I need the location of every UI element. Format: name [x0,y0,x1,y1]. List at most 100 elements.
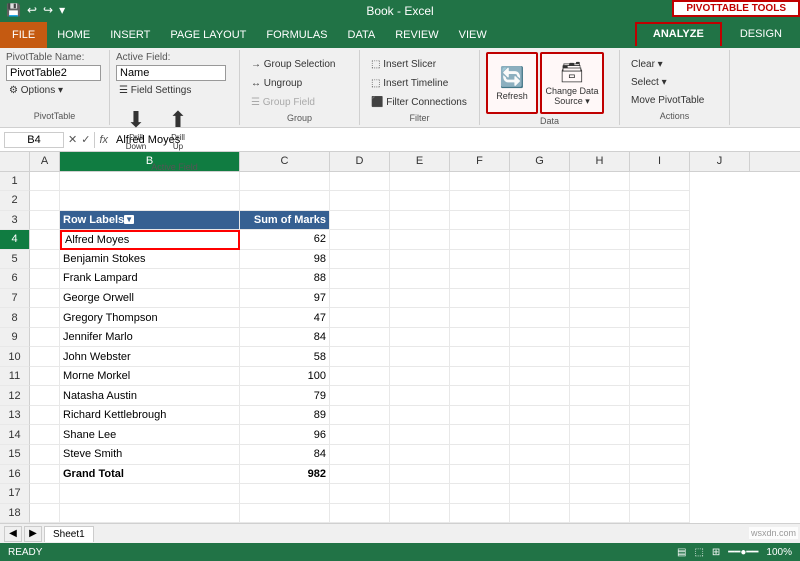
col-header-e[interactable]: E [390,152,450,171]
cell-d12[interactable] [330,386,390,406]
cell-i13[interactable] [630,406,690,426]
cell-g11[interactable] [510,367,570,387]
cell-a17[interactable] [30,484,60,504]
cell-g14[interactable] [510,425,570,445]
cell-e3[interactable] [390,211,450,231]
cell-a6[interactable] [30,269,60,289]
cancel-formula-icon[interactable]: ✕ [68,133,77,146]
cell-a18[interactable] [30,504,60,523]
cell-b10[interactable]: John Webster [60,347,240,367]
cell-i1[interactable] [630,172,690,192]
cell-b13[interactable]: Richard Kettlebrough [60,406,240,426]
cell-c16-grand-total[interactable]: 982 [240,465,330,485]
cell-h12[interactable] [570,386,630,406]
cell-i14[interactable] [630,425,690,445]
cell-i6[interactable] [630,269,690,289]
cell-f18[interactable] [450,504,510,523]
cell-h14[interactable] [570,425,630,445]
group-field-button[interactable]: ☰ Group Field [246,94,320,111]
tab-data[interactable]: DATA [338,22,386,48]
cell-d5[interactable] [330,250,390,270]
cell-f17[interactable] [450,484,510,504]
tab-analyze[interactable]: ANALYZE [635,22,722,46]
cell-d8[interactable] [330,308,390,328]
cell-b6[interactable]: Frank Lampard [60,269,240,289]
cell-d14[interactable] [330,425,390,445]
cell-e17[interactable] [390,484,450,504]
cell-c1[interactable] [240,172,330,192]
cell-a16[interactable] [30,465,60,485]
change-data-source-button[interactable]: 🗃 Change DataSource ▾ [540,52,604,114]
cell-g10[interactable] [510,347,570,367]
cell-d4[interactable] [330,230,390,250]
cell-e7[interactable] [390,289,450,309]
cell-g12[interactable] [510,386,570,406]
cell-d7[interactable] [330,289,390,309]
cell-i12[interactable] [630,386,690,406]
cell-c4[interactable]: 62 [240,230,330,250]
cell-h4[interactable] [570,230,630,250]
drill-down-button[interactable]: ⬇ DrillDown [116,100,156,160]
cell-g8[interactable] [510,308,570,328]
cell-i18[interactable] [630,504,690,523]
col-header-j[interactable]: J [690,152,750,171]
cell-i7[interactable] [630,289,690,309]
cell-e14[interactable] [390,425,450,445]
cell-i8[interactable] [630,308,690,328]
cell-d2[interactable] [330,191,390,211]
tab-pagelayout[interactable]: PAGE LAYOUT [160,22,256,48]
tab-view[interactable]: VIEW [449,22,497,48]
cell-i17[interactable] [630,484,690,504]
cell-c2[interactable] [240,191,330,211]
insert-timeline-button[interactable]: ⬚ Insert Timeline [366,75,453,92]
cell-e13[interactable] [390,406,450,426]
cell-e10[interactable] [390,347,450,367]
cell-a5[interactable] [30,250,60,270]
cell-i10[interactable] [630,347,690,367]
redo-icon[interactable]: ↪ [41,2,55,18]
view-page-break-icon[interactable]: ⊞ [712,547,720,558]
select-button[interactable]: Select ▾ [626,74,723,91]
tab-home[interactable]: HOME [47,22,100,48]
cell-i16[interactable] [630,465,690,485]
col-header-f[interactable]: F [450,152,510,171]
cell-e6[interactable] [390,269,450,289]
cell-b12[interactable]: Natasha Austin [60,386,240,406]
cell-g1[interactable] [510,172,570,192]
cell-h9[interactable] [570,328,630,348]
view-page-layout-icon[interactable]: ⬚ [694,547,703,558]
tab-review[interactable]: REVIEW [385,22,448,48]
cell-c9[interactable]: 84 [240,328,330,348]
sheet-nav-left[interactable]: ◀ [4,526,22,542]
cell-b5[interactable]: Benjamin Stokes [60,250,240,270]
cell-h16[interactable] [570,465,630,485]
cell-g4[interactable] [510,230,570,250]
cell-b7[interactable]: George Orwell [60,289,240,309]
refresh-button[interactable]: 🔄 Refresh [486,52,538,114]
tab-design[interactable]: DESIGN [722,22,800,46]
cell-b15[interactable]: Steve Smith [60,445,240,465]
cell-h1[interactable] [570,172,630,192]
cell-e18[interactable] [390,504,450,523]
cell-i11[interactable] [630,367,690,387]
cell-c18[interactable] [240,504,330,523]
cell-b2[interactable] [60,191,240,211]
col-header-i[interactable]: I [630,152,690,171]
move-pivot-table-button[interactable]: Move PivotTable [626,92,723,109]
cell-g18[interactable] [510,504,570,523]
cell-a1[interactable] [30,172,60,192]
cell-f5[interactable] [450,250,510,270]
cell-f11[interactable] [450,367,510,387]
cell-e4[interactable] [390,230,450,250]
cell-c17[interactable] [240,484,330,504]
col-header-d[interactable]: D [330,152,390,171]
cell-b14[interactable]: Shane Lee [60,425,240,445]
cell-h18[interactable] [570,504,630,523]
cell-d16[interactable] [330,465,390,485]
cell-a14[interactable] [30,425,60,445]
cell-i5[interactable] [630,250,690,270]
group-selection-button[interactable]: → Group Selection [246,56,341,73]
cell-f6[interactable] [450,269,510,289]
col-header-g[interactable]: G [510,152,570,171]
row-labels-dropdown-icon[interactable]: ▼ [124,215,134,224]
